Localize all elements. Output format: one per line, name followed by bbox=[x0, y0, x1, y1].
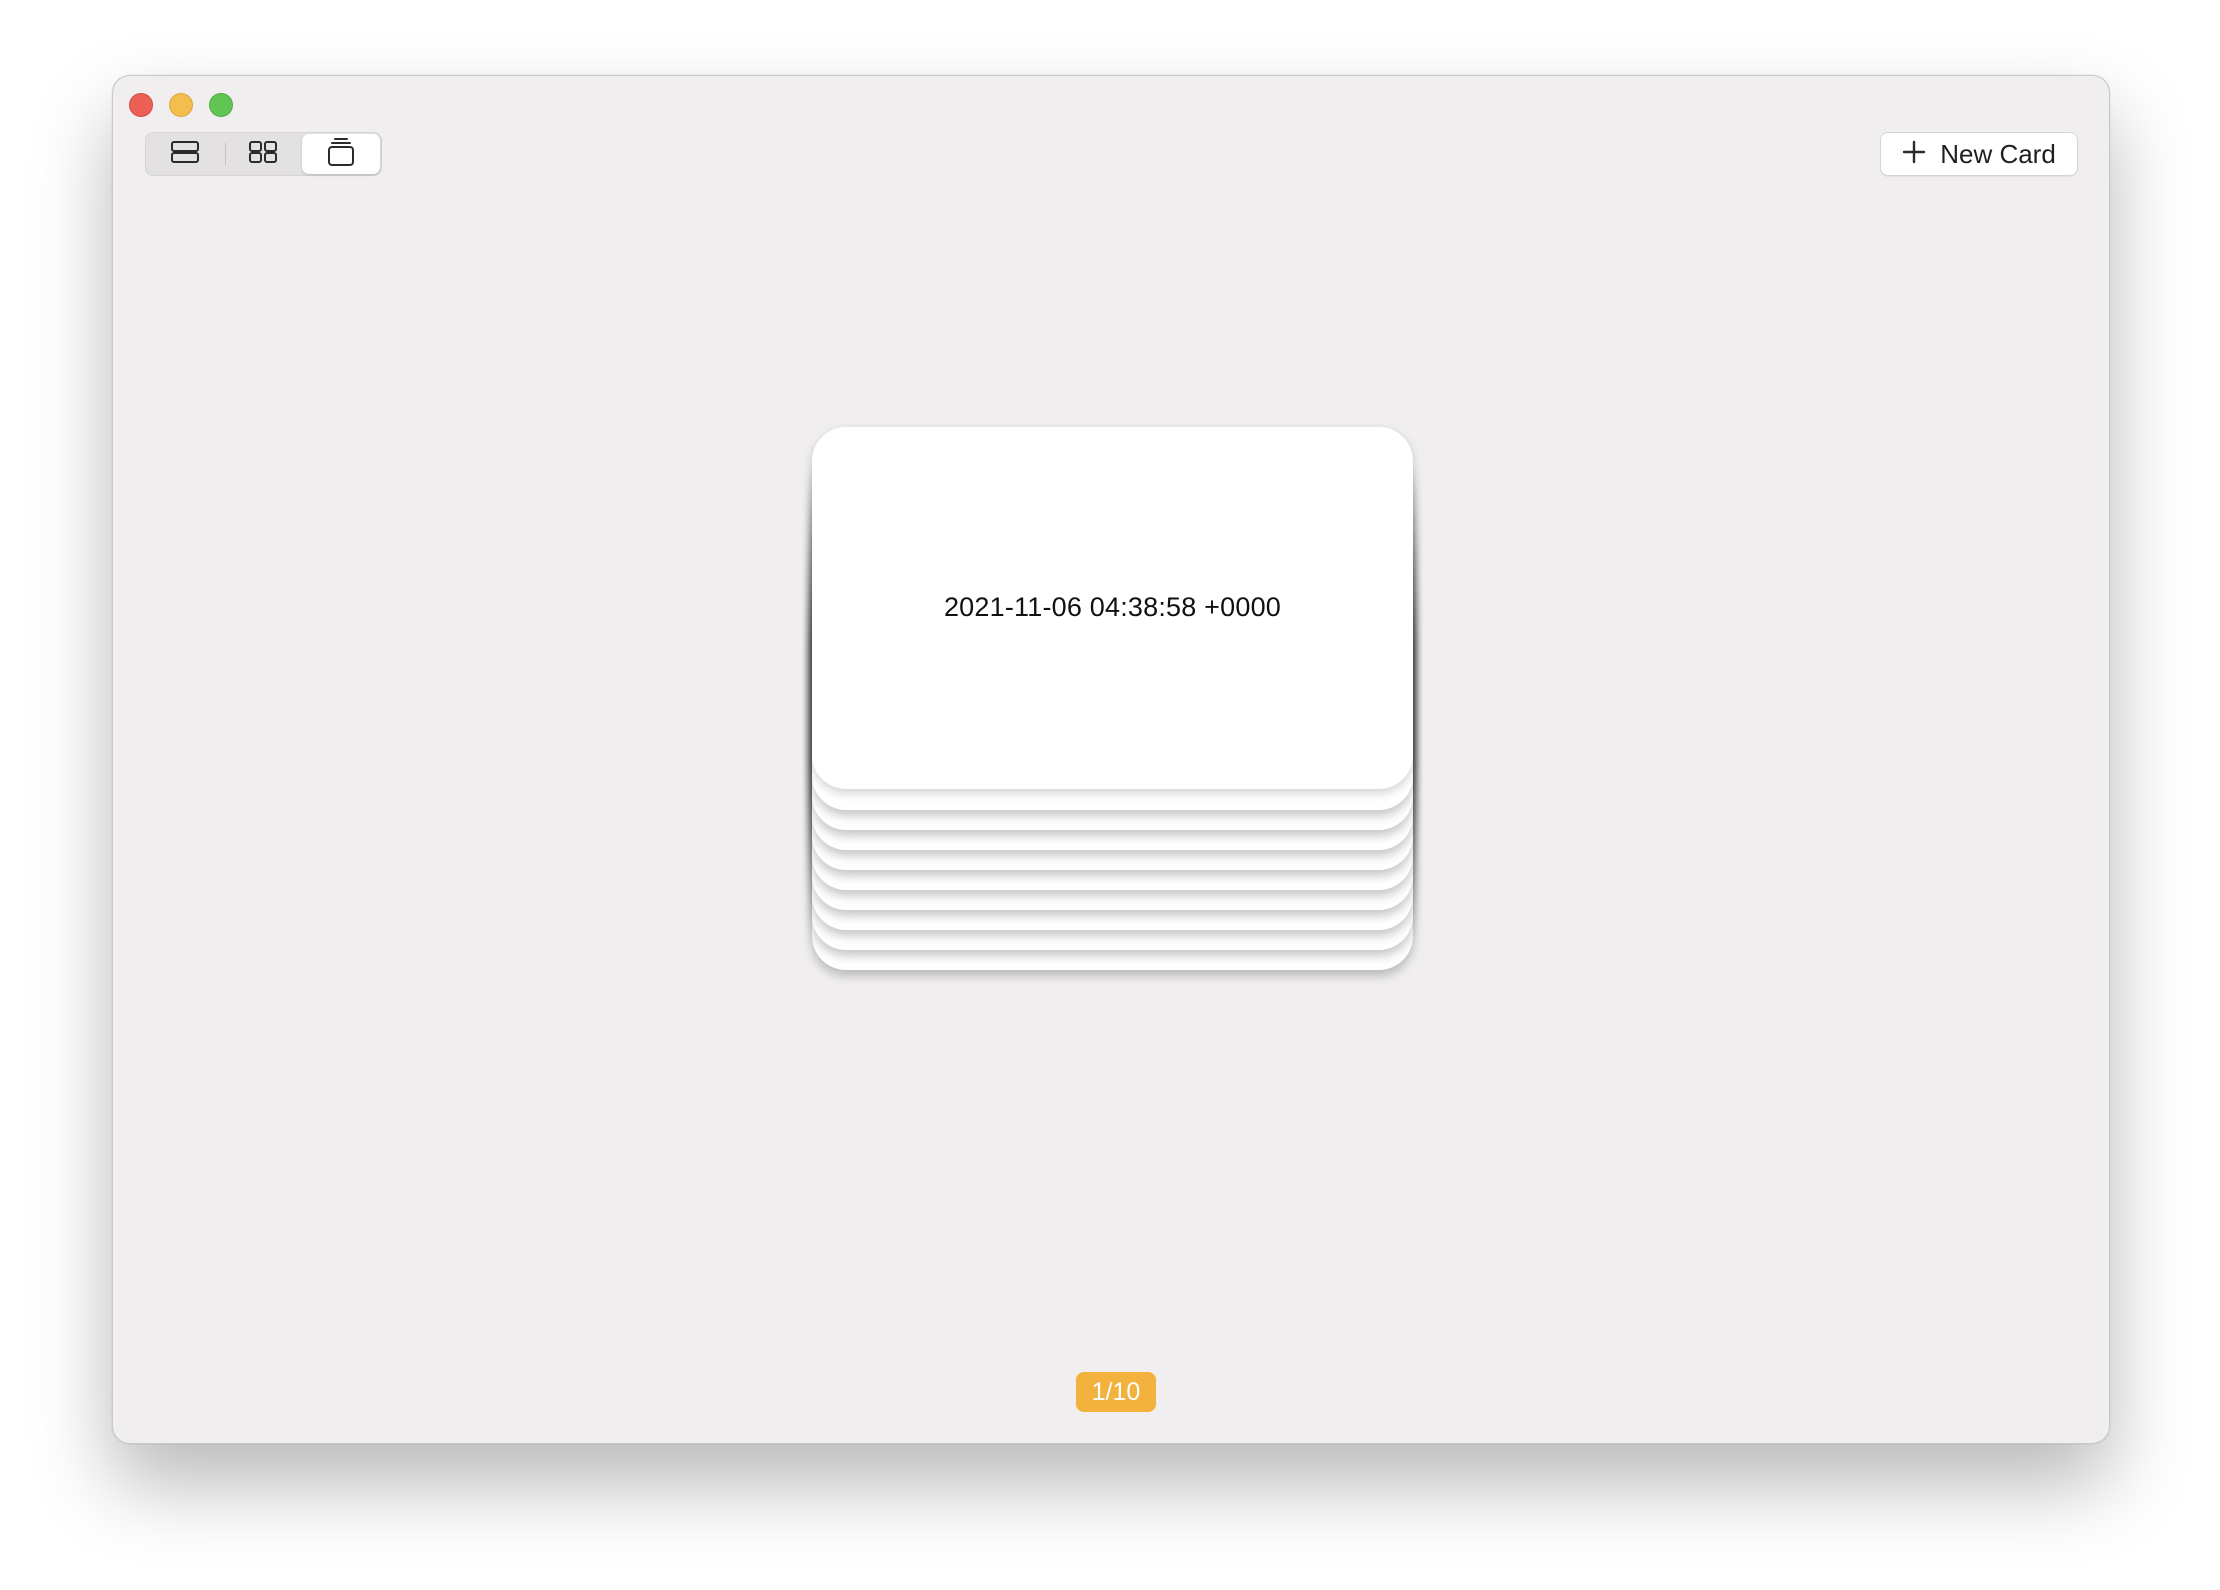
rows-icon bbox=[170, 140, 200, 169]
grid-icon bbox=[248, 140, 278, 169]
plus-icon bbox=[1902, 140, 1926, 169]
page-indicator-badge: 1/10 bbox=[1076, 1372, 1156, 1412]
minimize-window-button[interactable] bbox=[169, 93, 193, 117]
view-mode-segmented-control bbox=[145, 132, 382, 176]
list-view-button[interactable] bbox=[146, 133, 224, 175]
card-date-text: 2021-11-06 04:38:58 +0000 bbox=[943, 591, 1282, 622]
close-window-button[interactable] bbox=[129, 93, 153, 117]
new-card-button[interactable]: New Card bbox=[1880, 132, 2078, 176]
app-window: New Card 2021-11-06 04:38:58 +0000 1/10 bbox=[112, 75, 2110, 1444]
window-controls bbox=[129, 93, 233, 117]
stack-view-button[interactable] bbox=[302, 134, 380, 174]
grid-view-button[interactable] bbox=[224, 133, 302, 175]
front-card[interactable]: 2021-11-06 04:38:58 +0000 bbox=[812, 427, 1413, 789]
new-card-label: New Card bbox=[1940, 138, 2056, 169]
stack-icon bbox=[326, 137, 356, 172]
card-stack[interactable]: 2021-11-06 04:38:58 +0000 bbox=[812, 427, 1413, 973]
zoom-window-button[interactable] bbox=[209, 93, 233, 117]
